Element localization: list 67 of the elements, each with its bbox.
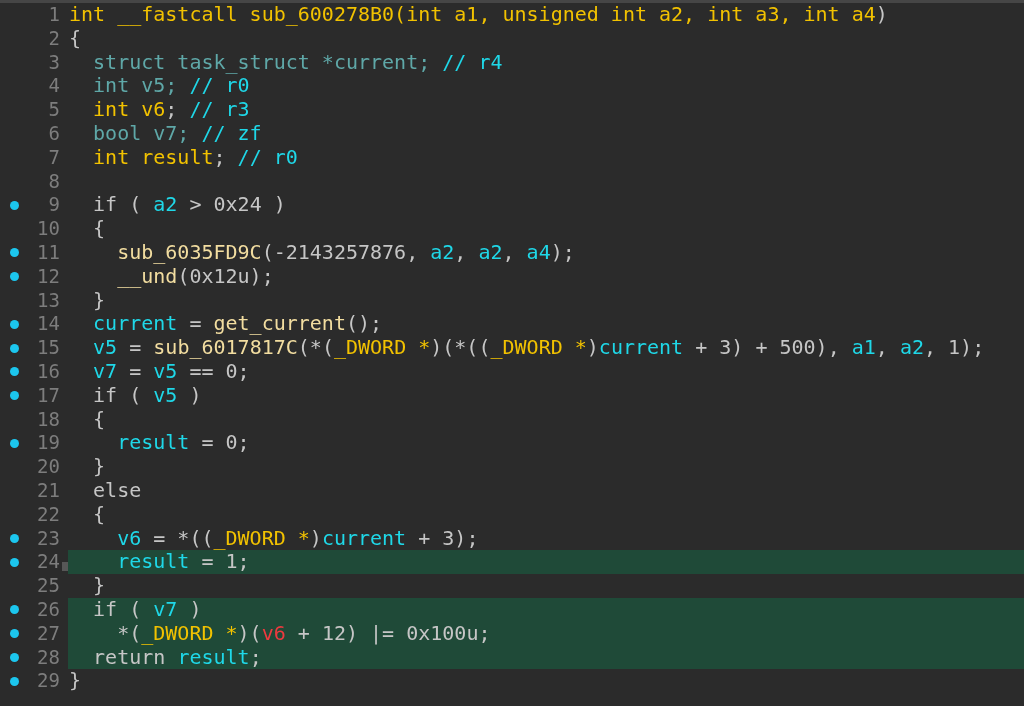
breakpoint-icon[interactable] (9, 557, 19, 567)
line-number: 28 (36, 645, 61, 670)
code-line: result = 0; (116, 431, 250, 456)
line-number: 27 (36, 621, 61, 646)
line-number: 11 (36, 240, 61, 265)
code-line: { (92, 217, 106, 241)
line-number: 10 (36, 217, 61, 241)
line-number: 26 (36, 597, 61, 622)
code-line: int __fastcall sub_600278B0(int a1, unsigned int a2, int a3, int a4) (68, 3, 888, 27)
breakpoint-icon[interactable] (9, 629, 19, 639)
line-number: 8 (47, 169, 61, 194)
line-number: 21 (36, 478, 61, 503)
line-number: 4 (47, 74, 61, 99)
code-line: int v6; // r3 (92, 98, 250, 122)
line-number: 3 (47, 50, 61, 75)
code-line: v5 = sub_6017817C(*(_DWORD *)(*((_DWORD *)current + 3) + 500), a1, a2, 1); (92, 336, 985, 360)
line-number: 14 (36, 312, 61, 337)
code-line: else (92, 478, 142, 503)
line-number: 24 (36, 550, 61, 575)
line-number: 1 (47, 3, 61, 27)
code-line: { (92, 502, 106, 527)
code-line: struct task_struct *current; // r4 (92, 50, 503, 75)
code-line: if ( v5 ) (92, 383, 202, 408)
breakpoint-icon[interactable] (9, 272, 19, 282)
code-line: bool v7; // zf (92, 122, 262, 146)
code-line: { (92, 407, 106, 432)
breakpoint-icon[interactable] (9, 391, 19, 401)
code-line: } (92, 288, 106, 313)
code-line: int result; // r0 (92, 145, 298, 170)
breakpoint-icon[interactable] (9, 438, 19, 448)
line-number: 5 (47, 98, 61, 122)
code-line: v7 = v5 == 0; (92, 359, 250, 384)
code-line: } (68, 669, 82, 694)
breakpoint-icon[interactable] (9, 367, 19, 377)
code-line: } (92, 574, 106, 598)
breakpoint-icon[interactable] (9, 200, 19, 210)
line-number: 17 (36, 383, 61, 408)
line-number: 18 (36, 407, 61, 432)
line-number: 2 (47, 26, 61, 51)
breakpoint-icon[interactable] (9, 652, 19, 662)
line-number: 19 (36, 431, 61, 456)
code-line: int v5; // r0 (92, 74, 250, 99)
line-number: 12 (36, 264, 61, 289)
code-line: if ( a2 > 0x24 ) (92, 193, 286, 218)
line-number: 7 (47, 145, 61, 170)
code-line: v6 = *((_DWORD *)current + 3); (116, 526, 479, 551)
breakpoint-icon[interactable] (9, 533, 19, 543)
line-number: 23 (36, 526, 61, 551)
line-number: 20 (36, 455, 61, 479)
line-number: 9 (47, 193, 61, 218)
line-number: 16 (36, 359, 61, 384)
breakpoint-icon[interactable] (9, 343, 19, 353)
breakpoint-icon[interactable] (9, 605, 19, 615)
line-number: 22 (36, 502, 61, 527)
code-line: } (92, 455, 106, 479)
line-number: 25 (36, 574, 61, 598)
breakpoint-icon[interactable] (9, 319, 19, 329)
code-line: { (68, 26, 82, 51)
breakpoint-icon[interactable] (9, 676, 19, 686)
code-line: sub_6035FD9C(-2143257876, a2, a2, a4); (116, 240, 575, 265)
line-number: 6 (47, 122, 61, 146)
line-number: 13 (36, 288, 61, 313)
line-number: 29 (36, 669, 61, 694)
code-line: current = get_current(); (92, 312, 383, 337)
code-line: __und(0x12u); (116, 264, 274, 289)
breakpoint-icon[interactable] (9, 248, 19, 258)
line-number: 15 (36, 336, 61, 360)
